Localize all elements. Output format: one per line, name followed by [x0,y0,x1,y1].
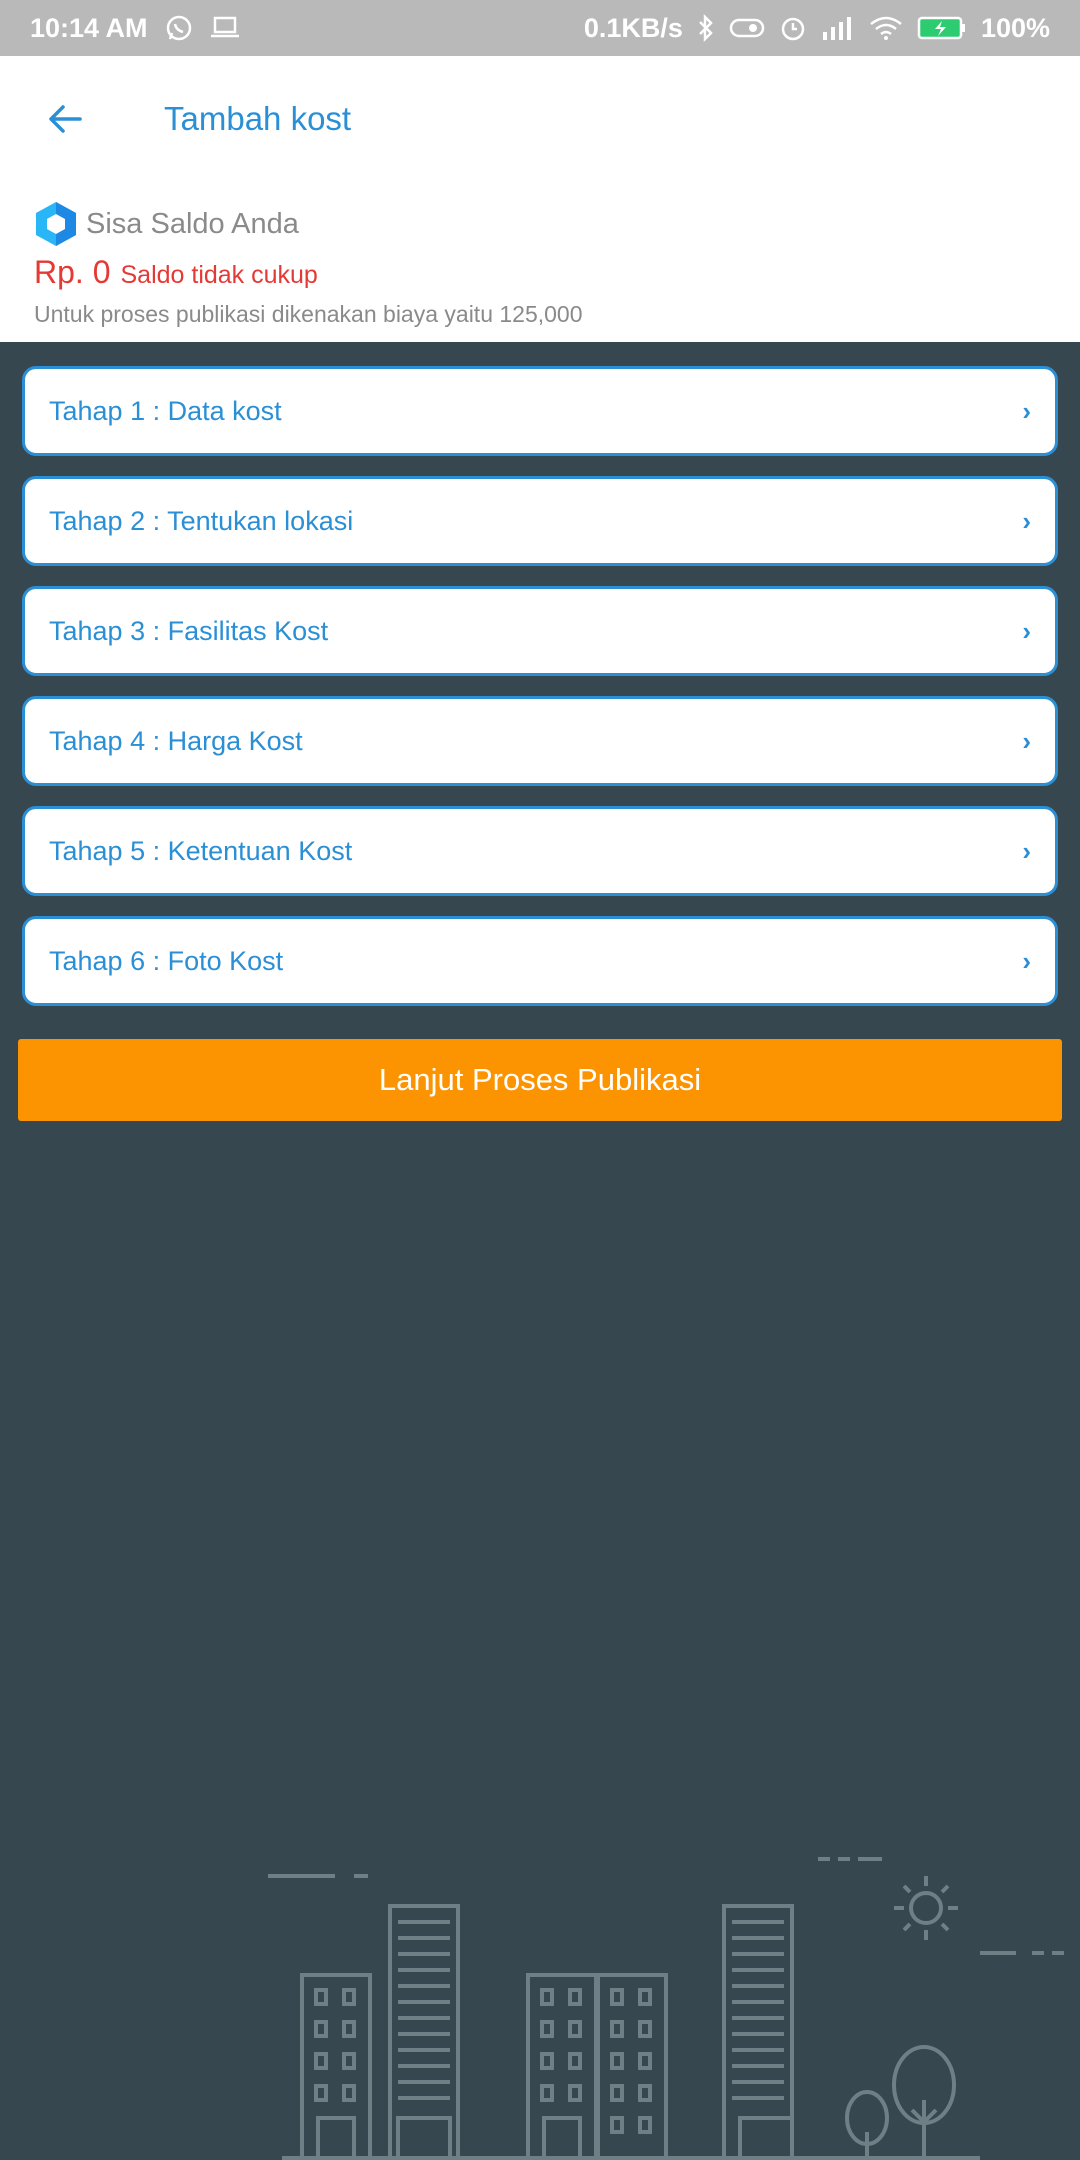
step-6-foto[interactable]: Tahap 6 : Foto Kost › [22,916,1058,1006]
chevron-right-icon: › [1022,615,1031,646]
publish-button[interactable]: Lanjut Proses Publikasi [18,1039,1062,1121]
laptop-icon [210,15,240,41]
steps-list: Tahap 1 : Data kost › Tahap 2 : Tentukan… [22,366,1058,1026]
app-bar: Tambah kost [0,56,1080,182]
page-title: Tambah kost [164,100,352,137]
step-label: Tahap 3 : Fasilitas Kost [49,615,329,646]
wifi-icon [869,15,903,41]
step-1-data-kost[interactable]: Tahap 1 : Data kost › [22,366,1058,456]
status-bar: 10:14 AM 0.1KB/s 100% [0,0,1080,56]
step-3-fasilitas[interactable]: Tahap 3 : Fasilitas Kost › [22,586,1058,676]
wallet-logo-icon [36,202,76,246]
chevron-right-icon: › [1022,725,1031,756]
bluetooth-icon [697,14,715,42]
balance-amount: Rp. 0 [34,254,111,290]
battery-percent: 100% [980,12,1050,43]
network-speed: 0.1KB/s [583,12,683,43]
city-skyline-illustration [268,1857,1064,2160]
signal-icon [821,15,855,41]
arrow-left-icon [49,105,82,133]
chevron-right-icon: › [1022,505,1031,536]
step-2-lokasi[interactable]: Tahap 2 : Tentukan lokasi › [22,476,1058,566]
whatsapp-icon [164,13,194,43]
battery-charging-icon [917,15,967,41]
step-label: Tahap 1 : Data kost [49,395,282,426]
alarm-icon [779,14,807,42]
status-time: 10:14 AM [30,12,148,43]
step-label: Tahap 6 : Foto Kost [49,945,284,976]
chevron-right-icon: › [1022,835,1031,866]
step-label: Tahap 4 : Harga Kost [49,725,303,756]
balance-section: Sisa Saldo Anda Rp. 0 Saldo tidak cukup … [0,182,1080,342]
chevron-right-icon: › [1022,945,1031,976]
balance-label: Sisa Saldo Anda [86,207,299,240]
balance-warning: Saldo tidak cukup [120,261,318,289]
publication-fee-note: Untuk proses publikasi dikenakan biaya y… [34,301,583,327]
step-4-harga[interactable]: Tahap 4 : Harga Kost › [22,696,1058,786]
vibrate-toggle-icon [729,17,765,39]
back-button[interactable] [0,56,130,182]
chevron-right-icon: › [1022,395,1031,426]
step-label: Tahap 5 : Ketentuan Kost [49,835,353,866]
step-5-ketentuan[interactable]: Tahap 5 : Ketentuan Kost › [22,806,1058,896]
step-label: Tahap 2 : Tentukan lokasi [49,505,354,536]
